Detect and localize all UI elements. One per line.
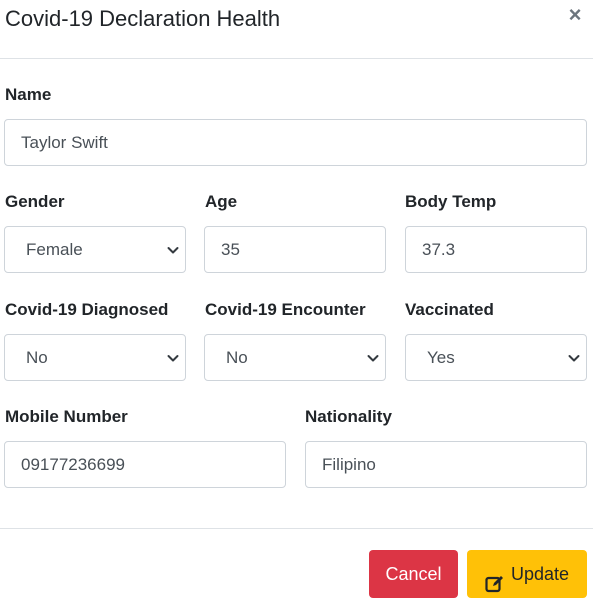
update-button-label: Update bbox=[510, 564, 570, 584]
modal-header: Covid-19 Declaration Health × bbox=[0, 0, 593, 59]
age-input[interactable]: 35 bbox=[204, 226, 386, 273]
vaccinated-select-value: Yes bbox=[427, 348, 455, 367]
encounter-select-value: No bbox=[226, 348, 248, 367]
vaccinated-label: Vaccinated bbox=[405, 300, 494, 319]
diagnosed-select[interactable]: No bbox=[4, 334, 186, 381]
chevron-down-icon bbox=[167, 244, 179, 256]
gender-select[interactable]: Female bbox=[4, 226, 186, 273]
chevron-down-icon bbox=[367, 352, 379, 364]
vaccinated-select[interactable]: Yes bbox=[405, 334, 587, 381]
body-temp-input[interactable]: 37.3 bbox=[405, 226, 587, 273]
close-button[interactable]: × bbox=[565, 4, 585, 26]
encounter-label: Covid-19 Encounter bbox=[205, 300, 366, 319]
cancel-button[interactable]: Cancel bbox=[369, 550, 458, 598]
edit-icon bbox=[485, 564, 505, 593]
name-input[interactable]: Taylor Swift bbox=[4, 119, 587, 166]
nationality-label: Nationality bbox=[305, 407, 392, 426]
modal-title: Covid-19 Declaration Health bbox=[5, 6, 281, 31]
diagnosed-select-value: No bbox=[26, 348, 48, 367]
mobile-input[interactable]: 09177236699 bbox=[4, 441, 286, 488]
diagnosed-label: Covid-19 Diagnosed bbox=[5, 300, 169, 319]
nationality-input[interactable]: Filipino bbox=[305, 441, 587, 488]
update-button[interactable]: Update bbox=[467, 550, 587, 598]
name-label: Name bbox=[5, 85, 52, 104]
mobile-label: Mobile Number bbox=[5, 407, 128, 426]
encounter-select[interactable]: No bbox=[204, 334, 386, 381]
gender-label: Gender bbox=[5, 192, 65, 211]
body-temp-label: Body Temp bbox=[405, 192, 497, 211]
chevron-down-icon bbox=[167, 352, 179, 364]
chevron-down-icon bbox=[568, 352, 580, 364]
gender-select-value: Female bbox=[26, 240, 83, 259]
footer-divider bbox=[0, 528, 593, 529]
age-label: Age bbox=[205, 192, 238, 211]
